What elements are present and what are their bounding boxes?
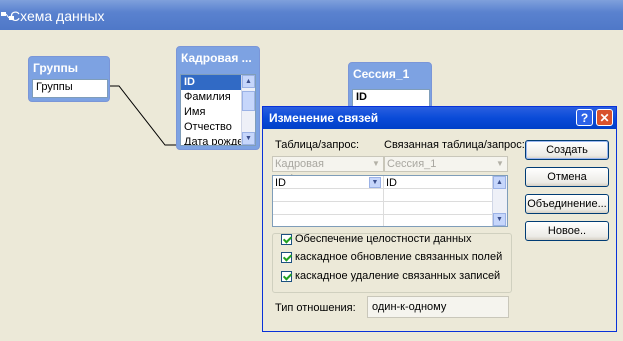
cascade-update-label[interactable]: каскадное обновление связанных полей [295,251,502,263]
table-groups-field-list[interactable]: Группы [32,79,108,98]
related-table-query-label: Связанная таблица/запрос: [384,139,525,151]
field-item[interactable]: ID [353,90,429,105]
table-session[interactable]: Сессия_1 ID [348,62,432,110]
right-field-value: ID [386,177,397,189]
join-type-button[interactable]: Объединение... [525,194,609,214]
scroll-down-icon[interactable]: ▼ [493,213,506,226]
create-new-button[interactable]: Новое.. [525,221,609,241]
related-table-query-value: Сессия_1 [387,158,437,170]
field-list-scrollbar[interactable]: ▲ ▼ [241,75,255,145]
related-table-query-select[interactable]: Сессия_1 ▼ [384,156,508,172]
referential-integrity-checkbox[interactable] [281,234,292,245]
grid-cell-right[interactable]: ID [384,176,492,189]
cancel-button[interactable]: Отмена [525,167,609,187]
referential-integrity-label[interactable]: Обеспечение целостности данных [295,233,471,245]
cascade-update-checkbox[interactable] [281,252,292,263]
table-session-title: Сессия_1 [353,67,410,81]
table-personnel-title: Кадровая ... [181,51,252,65]
scroll-down-icon[interactable]: ▼ [242,132,255,145]
help-icon[interactable]: ? [576,109,593,126]
field-item-selected[interactable]: ID [181,75,241,90]
dialog-title: Изменение связей [269,111,379,125]
grid-cell-left[interactable]: ID ▼ [273,176,383,189]
left-field-value: ID [275,177,286,189]
chevron-down-icon[interactable]: ▼ [370,158,382,170]
cascade-delete-label[interactable]: каскадное удаление связанных записей [295,270,500,282]
create-button[interactable]: Создать [525,140,609,160]
table-groups-title: Группы [33,61,78,75]
join-fields-grid[interactable]: ID ▼ ID ▲ ▼ [272,175,508,227]
chevron-down-icon[interactable]: ▼ [494,158,506,170]
grid-row-empty[interactable] [273,202,492,215]
close-icon[interactable]: ✕ [596,109,613,126]
table-groups[interactable]: Группы Группы [28,56,110,102]
chevron-down-icon[interactable]: ▼ [369,177,381,188]
scroll-up-icon[interactable]: ▲ [493,176,506,189]
grid-scrollbar[interactable]: ▲ ▼ [492,176,507,226]
dialog-title-bar[interactable]: Изменение связей ? ✕ [263,107,616,129]
cascade-delete-checkbox[interactable] [281,271,292,282]
table-personnel-field-list[interactable]: ID Фамилия Имя Отчество Дата рожден ▲ ▼ [180,74,256,146]
relationship-type-value: один-к-одному [367,296,509,318]
scroll-up-icon[interactable]: ▲ [242,75,255,88]
table-personnel[interactable]: Кадровая ... ID Фамилия Имя Отчество Дат… [176,46,260,150]
relationship-type-label: Тип отношения: [275,302,356,314]
table-query-select[interactable]: Кадровая информаци ▼ [272,156,384,185]
scroll-thumb[interactable] [242,91,255,111]
grid-row-empty[interactable] [273,189,492,202]
table-query-label: Таблица/запрос: [275,139,360,151]
field-item[interactable]: Группы [33,80,107,95]
